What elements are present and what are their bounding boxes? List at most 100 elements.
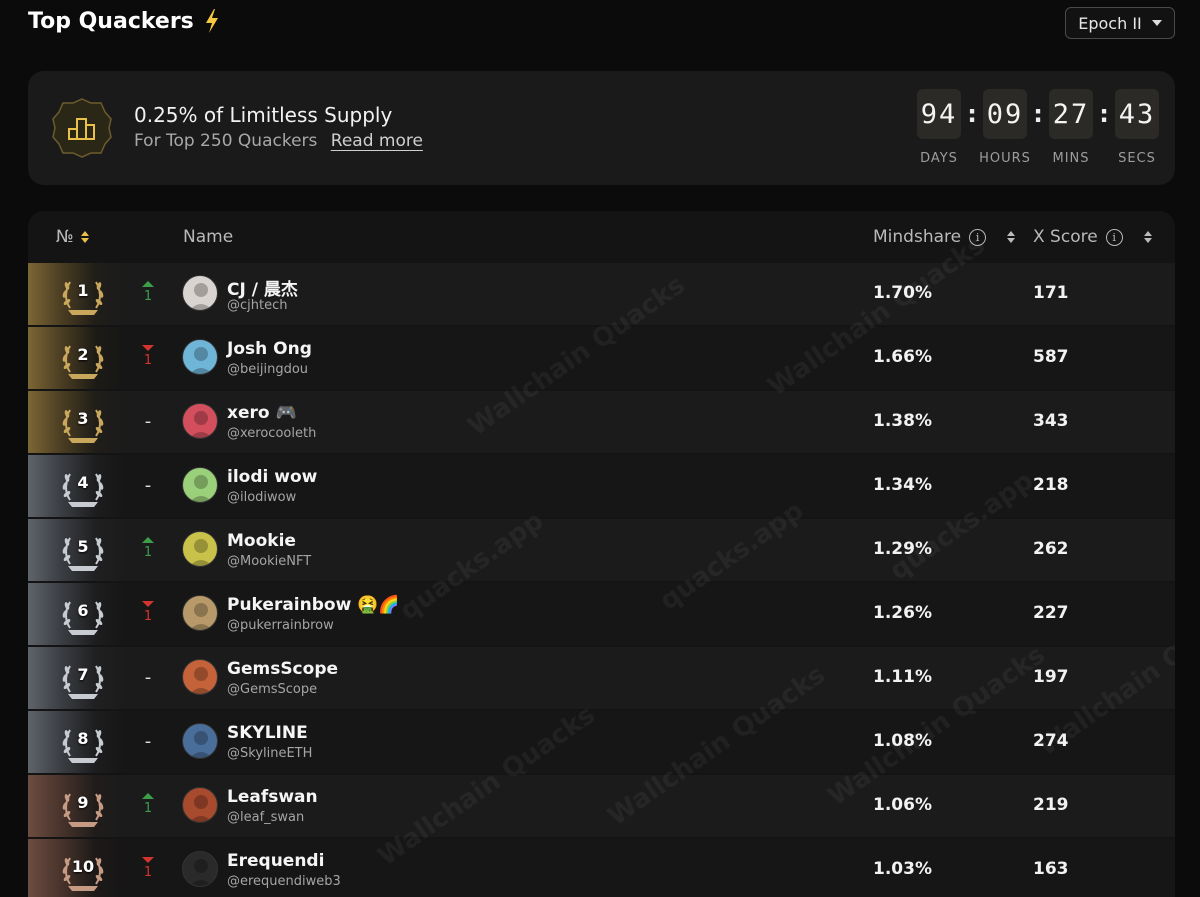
avatar[interactable] [182, 339, 218, 375]
avatar-image [189, 667, 213, 694]
mindshare-value: 1.26% [873, 603, 932, 623]
table-row[interactable]: 8 - SKYLINE @SkylineETH 1.08% 274 [28, 711, 1175, 773]
arrow-up-icon [142, 793, 154, 799]
user-name[interactable]: Josh Ong [227, 339, 312, 359]
info-icon[interactable]: i [1105, 228, 1123, 246]
user-handle[interactable]: @xerocooleth [227, 426, 316, 441]
user-name[interactable]: Leafswan [227, 787, 318, 807]
banner-subtitle: For Top 250 Quackers Read more [134, 131, 423, 151]
rank-number: 8 [77, 729, 89, 748]
table-row[interactable]: 2 1 Josh Ong @beijingdou 1.66% 587 [28, 327, 1175, 389]
rank-cell: 8 [28, 711, 124, 773]
countdown-mins: 27 MINS [1049, 89, 1093, 166]
rank-cell: 6 [28, 583, 124, 645]
avatar[interactable] [182, 275, 218, 311]
rank-change-value: - [144, 475, 152, 496]
rank-cell: 7 [28, 647, 124, 709]
xscore-value: 274 [1033, 731, 1069, 751]
rank-number: 5 [77, 537, 89, 556]
avatar[interactable] [182, 467, 218, 503]
rank-number: 1 [77, 281, 89, 300]
rank-column-label: № [56, 227, 74, 247]
caret-down-icon [1151, 20, 1162, 26]
avatar[interactable] [182, 531, 218, 567]
rank-cell: 5 [28, 519, 124, 581]
user-name[interactable]: xero 🎮 [227, 403, 297, 423]
user-handle[interactable]: @leaf_swan [227, 810, 304, 825]
table-row[interactable]: 10 1 Erequendi @erequendiweb3 1.03% 163 [28, 839, 1175, 897]
rank-change-value: 1 [143, 865, 153, 880]
avatar[interactable] [182, 403, 218, 439]
rank-number: 2 [77, 345, 89, 364]
user-handle[interactable]: @GemsScope [227, 682, 317, 697]
mindshare-value: 1.11% [873, 667, 932, 687]
rank-change: - [136, 411, 160, 432]
rank-change: 1 [136, 537, 160, 560]
user-handle[interactable]: @MookieNFT [227, 554, 311, 569]
avatar[interactable] [182, 851, 218, 887]
table-row[interactable]: 7 - GemsScope @GemsScope 1.11% 197 [28, 647, 1175, 709]
countdown-days-value: 94 [917, 89, 961, 139]
rank-change-value: 1 [143, 353, 153, 368]
rank-number: 10 [71, 857, 95, 876]
rank-cell: 10 [28, 839, 124, 897]
lightning-icon [205, 9, 218, 33]
arrow-up-icon [142, 281, 154, 287]
xscore-value: 227 [1033, 603, 1069, 623]
countdown-separator: : [967, 100, 977, 128]
user-handle[interactable]: @pukerrainbrow [227, 618, 334, 633]
name-column-header: Name [183, 227, 233, 247]
avatar-image [189, 731, 213, 758]
countdown-days-label: DAYS [920, 151, 958, 166]
user-name[interactable]: SKYLINE [227, 723, 308, 743]
user-handle[interactable]: @erequendiweb3 [227, 874, 341, 889]
avatar-image [189, 475, 213, 502]
user-handle[interactable]: @SkylineETH [227, 746, 312, 761]
rank-change-value: 1 [143, 609, 153, 624]
read-more-link[interactable]: Read more [331, 131, 423, 151]
rank-change: 1 [136, 793, 160, 816]
avatar[interactable] [182, 723, 218, 759]
rank-cell: 9 [28, 775, 124, 837]
table-row[interactable]: 3 - xero 🎮 @xerocooleth 1.38% 343 [28, 391, 1175, 453]
table-row[interactable]: 1 1 CJ / 晨杰 @cjhtech 1.70% 171 [28, 263, 1175, 325]
avatar[interactable] [182, 787, 218, 823]
arrow-down-icon [142, 345, 154, 351]
table-row[interactable]: 5 1 Mookie @MookieNFT 1.29% 262 [28, 519, 1175, 581]
avatar[interactable] [182, 659, 218, 695]
mindshare-value: 1.06% [873, 795, 932, 815]
table-row[interactable]: 6 1 Pukerainbow 🤮🌈 @pukerrainbrow 1.26% … [28, 583, 1175, 645]
epoch-selector[interactable]: Epoch II [1065, 7, 1175, 39]
countdown-secs: 43 SECS [1115, 89, 1159, 166]
user-handle[interactable]: @cjhtech [227, 298, 287, 313]
user-name[interactable]: GemsScope [227, 659, 338, 679]
xscore-column-header[interactable]: X Score i [1033, 227, 1153, 247]
countdown-secs-value: 43 [1115, 89, 1159, 139]
rank-cell: 1 [28, 263, 124, 325]
reward-banner: 0.25% of Limitless Supply For Top 250 Qu… [28, 71, 1175, 185]
user-name[interactable]: CJ / 晨杰 [227, 275, 298, 300]
user-name[interactable]: Erequendi [227, 851, 324, 871]
mindshare-column-header[interactable]: Mindshare i [873, 227, 1016, 247]
rank-change-value: 1 [143, 801, 153, 816]
user-name[interactable]: Pukerainbow 🤮🌈 [227, 595, 400, 615]
podium-icon [52, 98, 112, 158]
rank-change: - [136, 667, 160, 688]
avatar[interactable] [182, 595, 218, 631]
rank-number: 4 [77, 473, 89, 492]
rank-change: 1 [136, 345, 160, 368]
leaderboard-table: № Name Mindshare i X Score i 1 1 CJ / 晨杰… [28, 211, 1175, 897]
user-handle[interactable]: @beijingdou [227, 362, 308, 377]
user-name[interactable]: Mookie [227, 531, 296, 551]
mindshare-value: 1.08% [873, 731, 932, 751]
xscore-value: 171 [1033, 283, 1069, 303]
table-row[interactable]: 4 - ilodi wow @ilodiwow 1.34% 218 [28, 455, 1175, 517]
avatar-image [189, 411, 213, 438]
table-row[interactable]: 9 1 Leafswan @leaf_swan 1.06% 219 [28, 775, 1175, 837]
user-handle[interactable]: @ilodiwow [227, 490, 296, 505]
rank-column-header[interactable]: № [56, 227, 90, 247]
avatar-image [189, 859, 213, 886]
user-name[interactable]: ilodi wow [227, 467, 317, 487]
info-icon[interactable]: i [969, 228, 987, 246]
rank-change: 1 [136, 601, 160, 624]
